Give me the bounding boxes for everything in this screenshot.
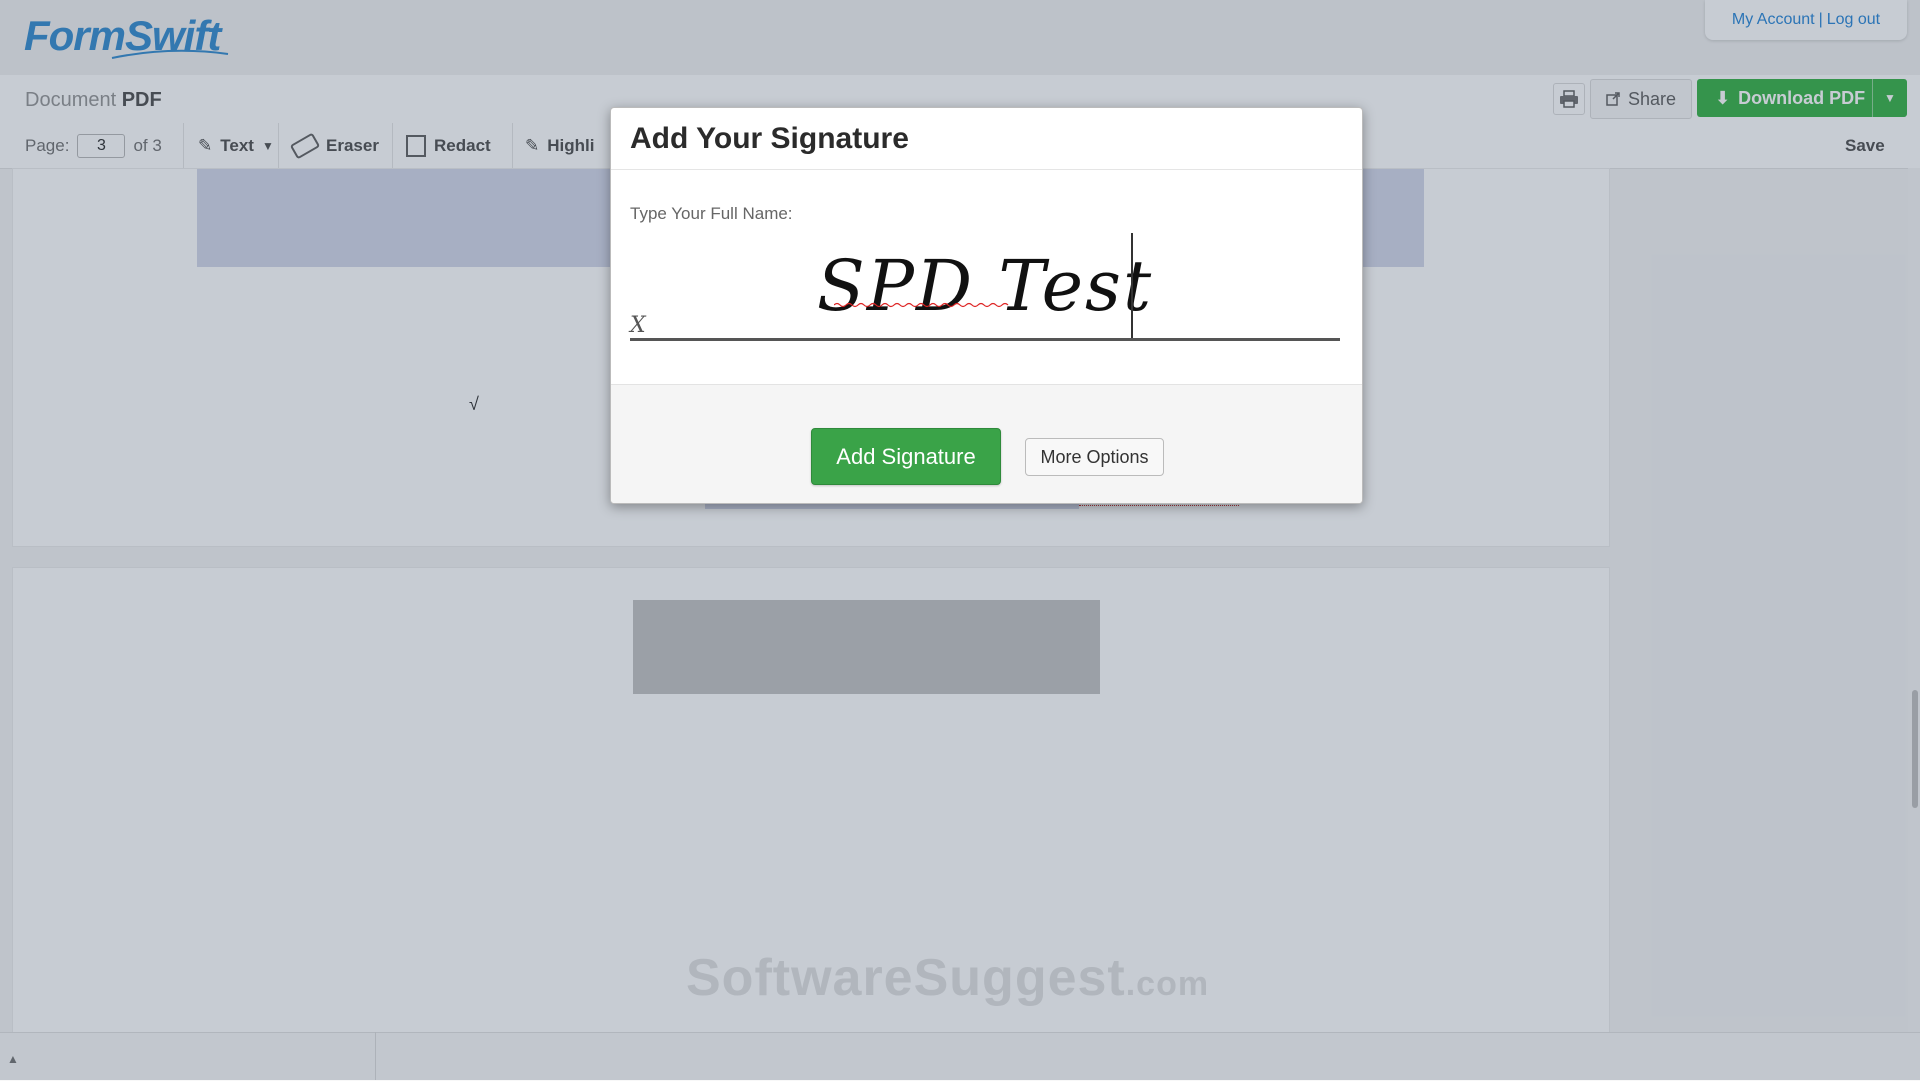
add-signature-button[interactable]: Add Signature	[811, 428, 1001, 485]
dialog-title: Add Your Signature	[630, 122, 909, 155]
text-cursor	[1131, 233, 1133, 338]
add-signature-dialog: Add Your Signature Type Your Full Name: …	[610, 107, 1363, 504]
signature-name-input[interactable]	[630, 236, 1340, 336]
dialog-divider	[611, 169, 1362, 170]
signature-line	[630, 338, 1340, 341]
more-options-button[interactable]: More Options	[1025, 438, 1164, 476]
spellcheck-squiggle	[834, 302, 1009, 308]
full-name-label: Type Your Full Name:	[630, 204, 793, 223]
